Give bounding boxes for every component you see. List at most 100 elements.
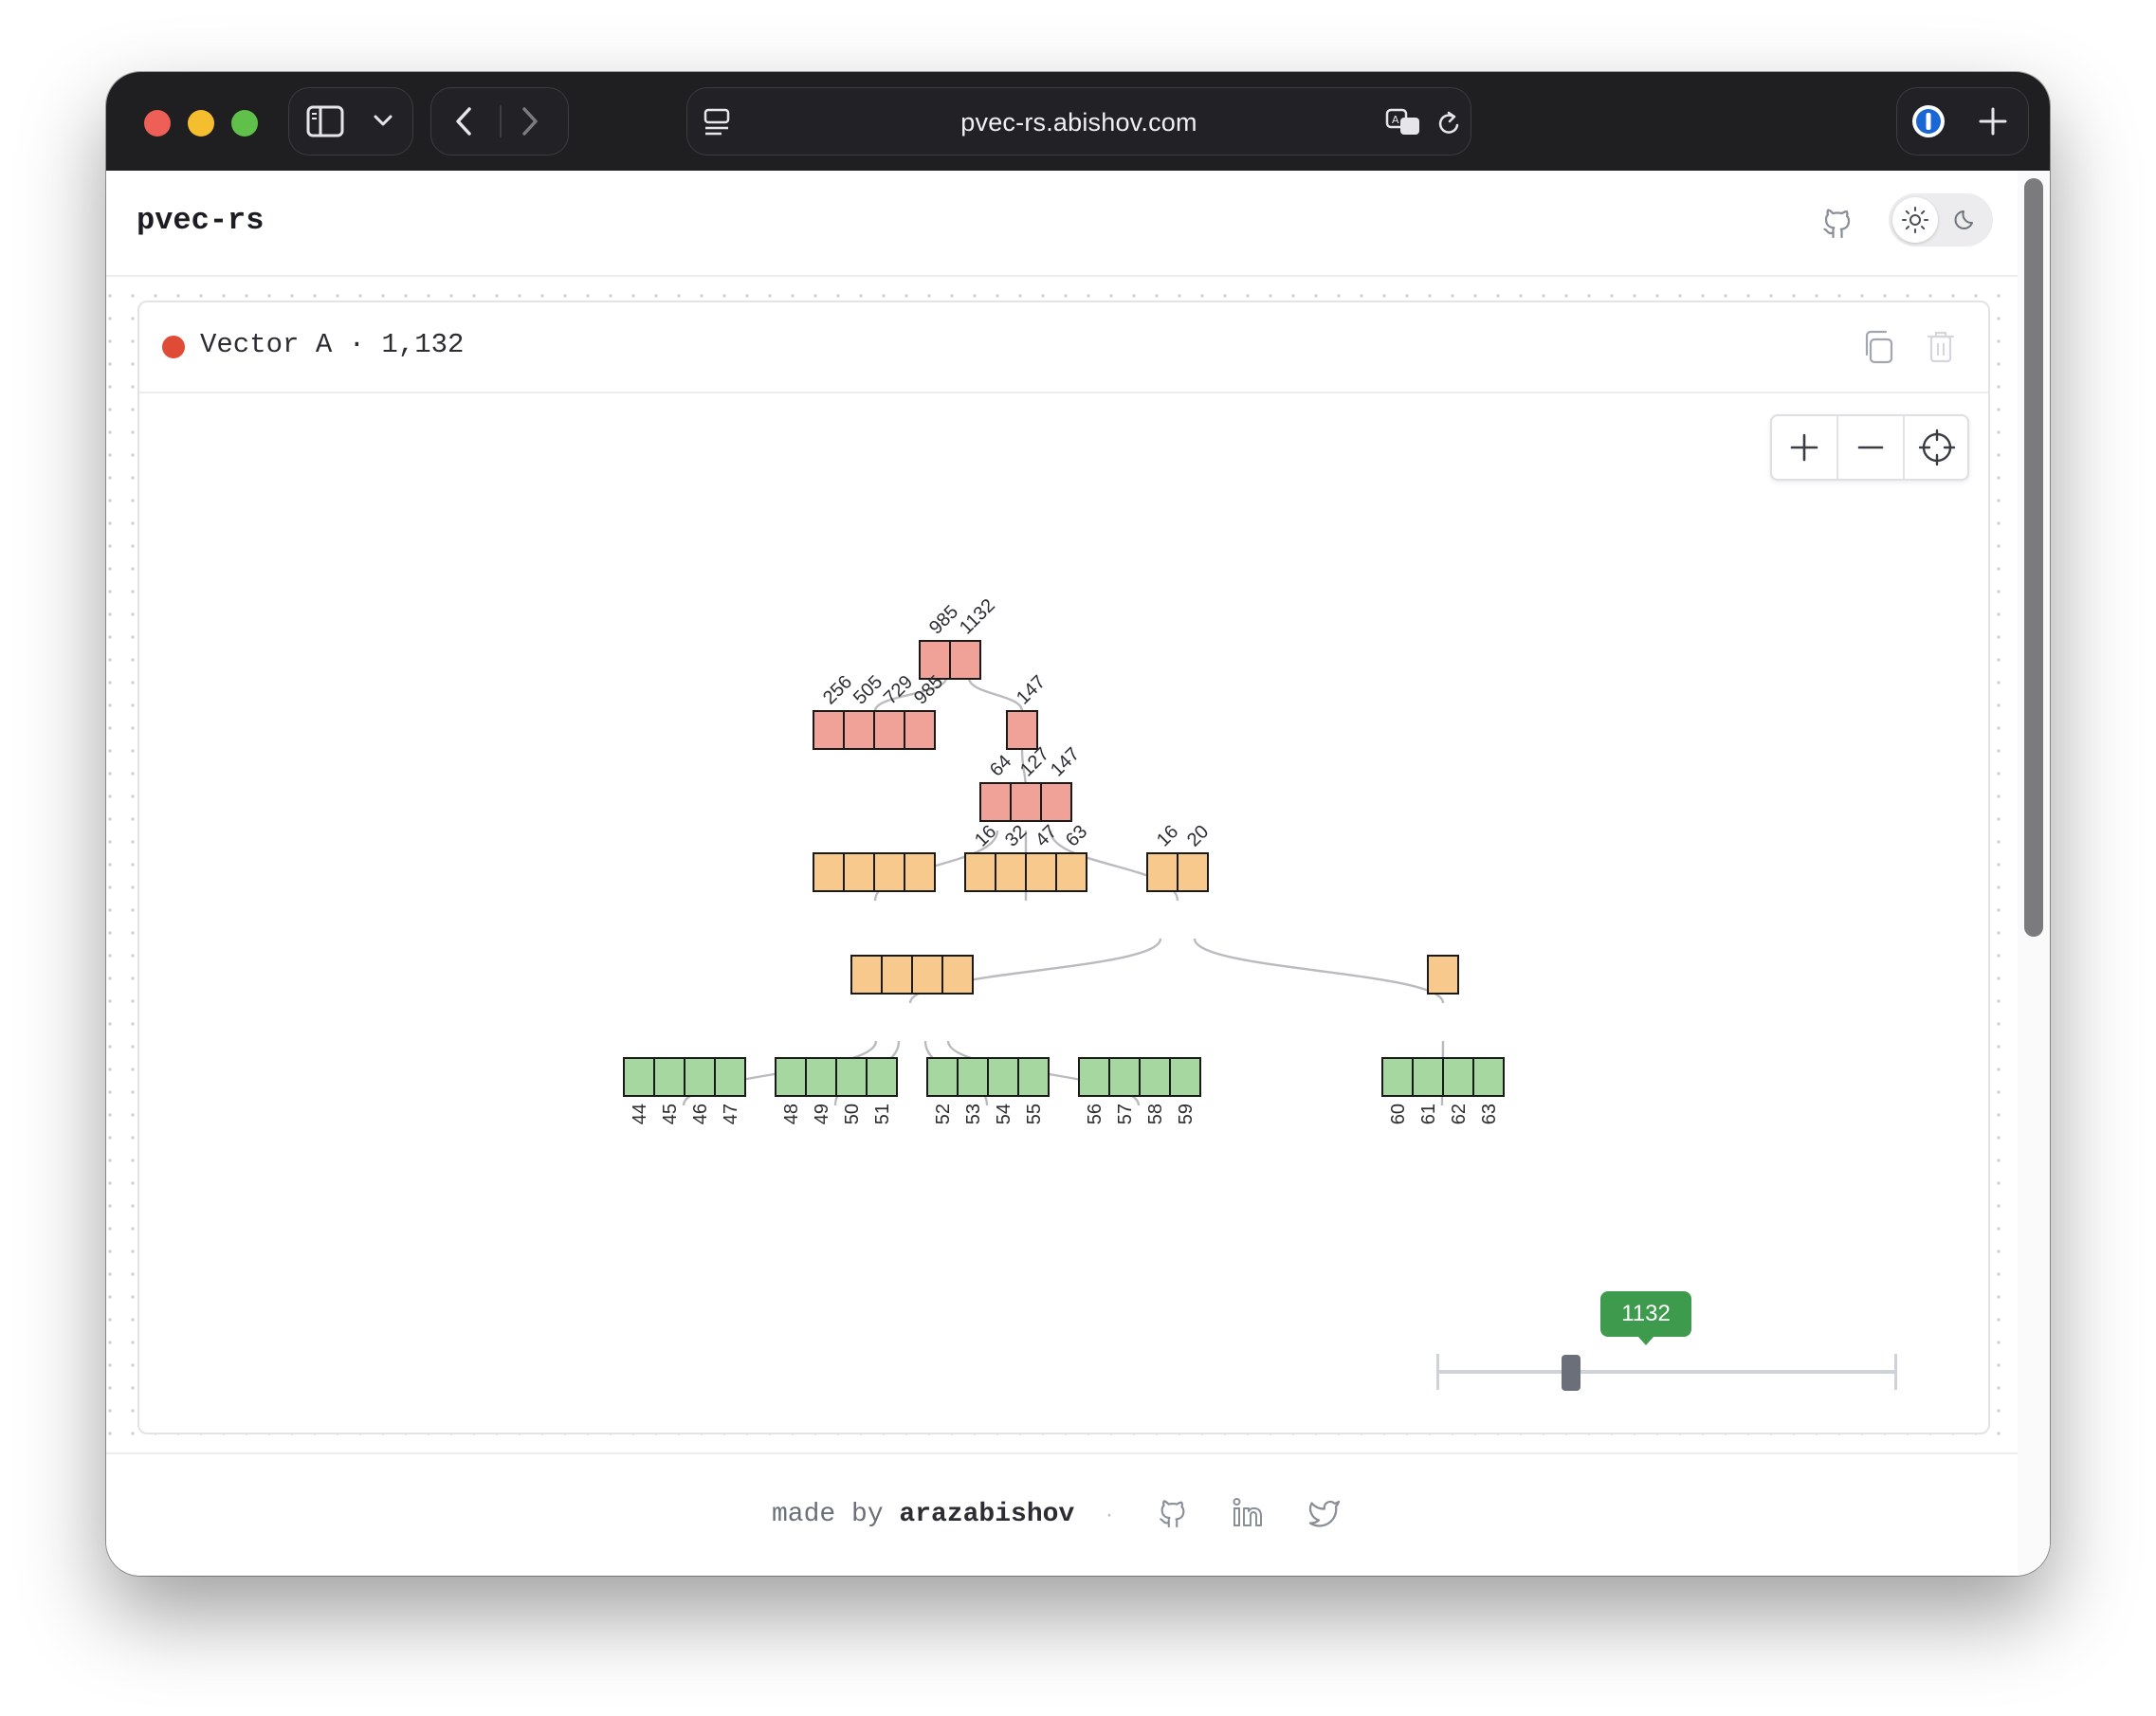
password-manager-icon[interactable] <box>1910 103 1946 139</box>
leaf-node-label: 51 <box>872 1104 893 1124</box>
branch-node-level4-middle-label: 63 <box>1062 821 1091 850</box>
leaf-node-label: 63 <box>1479 1104 1500 1124</box>
branch-node-level3-label: 64 <box>986 751 1015 780</box>
branch-node-level4-left-slot <box>904 852 936 892</box>
branch-node-level4-middle-slot <box>1055 852 1087 892</box>
footer-twitter-icon[interactable] <box>1306 1496 1343 1535</box>
branch-node-level4-right-label: 16 <box>1153 821 1182 850</box>
leaf-node-label: 60 <box>1388 1104 1409 1124</box>
leaf-node-label: 58 <box>1145 1104 1166 1124</box>
root-node-label: 1132 <box>956 595 999 639</box>
leaf-node-slot <box>1412 1057 1444 1097</box>
address-bar[interactable]: pvec-rs.abishov.com A <box>686 87 1471 155</box>
footer-github-icon[interactable] <box>1157 1496 1189 1535</box>
branch-node-level4-middle-slot <box>964 852 996 892</box>
reload-icon[interactable] <box>1436 109 1463 137</box>
slider-min-tick <box>1436 1354 1439 1390</box>
browser-window: pvec-rs.abishov.com A pvec-rs Vector A ·… <box>106 72 2050 1576</box>
translate-icon[interactable]: A <box>1385 107 1423 137</box>
site-footer: made by arazabishov · <box>106 1452 2018 1576</box>
slider-value-tooltip: 1132 <box>1600 1291 1691 1345</box>
leaf-node-label: 48 <box>781 1104 802 1124</box>
footer-linkedin-icon[interactable] <box>1231 1496 1267 1535</box>
web-page: pvec-rs Vector A · 1,132 985 1132 256 50… <box>106 171 2050 1576</box>
leaf-node-slot <box>775 1057 807 1097</box>
branch-node-level4-middle-slot <box>995 852 1027 892</box>
leaf-node-label: 59 <box>1176 1104 1197 1124</box>
leaf-node-label: 45 <box>660 1104 681 1124</box>
url-text[interactable]: pvec-rs.abishov.com <box>687 88 1471 156</box>
sidebar-toggle-group <box>288 87 413 155</box>
forward-arrow-icon[interactable] <box>519 105 541 137</box>
branch-node-level5-left-slot <box>850 955 883 995</box>
tree-edge <box>1193 938 1445 1004</box>
branch-node-level4-right-slot <box>1146 852 1178 892</box>
leaf-node-label: 62 <box>1449 1104 1470 1124</box>
leaf-node-slot <box>623 1057 655 1097</box>
chevron-down-icon[interactable] <box>373 113 393 128</box>
root-node-slot <box>949 640 981 680</box>
branch-node-right-slot <box>1006 710 1038 750</box>
branch-node-level3-slot <box>1040 782 1072 822</box>
branch-node-level3-slot <box>1010 782 1042 822</box>
leaf-node-slot <box>1442 1057 1474 1097</box>
leaf-node-label: 54 <box>994 1104 1014 1124</box>
leaf-node-slot <box>1108 1057 1141 1097</box>
footer-author-link[interactable]: arazabishov <box>899 1500 1074 1529</box>
svg-text:A: A <box>1392 114 1399 126</box>
slider-thumb[interactable] <box>1562 1355 1580 1391</box>
leaf-node-slot <box>1169 1057 1201 1097</box>
leaf-node-label: 46 <box>690 1104 711 1124</box>
history-nav-group <box>430 87 569 155</box>
leaf-node-slot <box>926 1057 959 1097</box>
leaf-node-label: 44 <box>630 1104 650 1124</box>
leaf-node-slot <box>653 1057 685 1097</box>
branch-node-level4-left-slot <box>813 852 845 892</box>
branch-node-level4-middle-label: 47 <box>1032 821 1061 850</box>
branch-node-level4-left-slot <box>843 852 875 892</box>
leaf-node-label: 55 <box>1024 1104 1045 1124</box>
leaf-node-slot <box>957 1057 989 1097</box>
scrollbar-thumb[interactable] <box>2024 178 2043 937</box>
leaf-node-label: 50 <box>842 1104 863 1124</box>
zoom-window-button[interactable] <box>231 110 258 137</box>
browser-toolbar: pvec-rs.abishov.com A <box>106 72 2050 171</box>
leaf-node-slot <box>866 1057 898 1097</box>
branch-node-level4-right-slot <box>1177 852 1209 892</box>
page-scrollbar[interactable] <box>2018 171 2050 1576</box>
leaf-node-label: 56 <box>1085 1104 1105 1124</box>
branch-node-level5-left-slot <box>941 955 974 995</box>
branch-node-left-slot <box>904 710 936 750</box>
footer-made-by: made by <box>772 1500 900 1529</box>
leaf-node-label: 52 <box>933 1104 954 1124</box>
leaf-node-slot <box>684 1057 716 1097</box>
footer-separator: · <box>1105 1502 1113 1527</box>
branch-node-level4-middle-slot <box>1025 852 1057 892</box>
rrb-tree-diagram[interactable]: 9851132256505729985 14764 12714716 32 47 63 16… <box>106 171 2018 1452</box>
leaf-node-label: 49 <box>812 1104 832 1124</box>
back-arrow-icon[interactable] <box>452 105 475 137</box>
leaf-node-label: 61 <box>1418 1104 1439 1124</box>
branch-node-level5-left-slot <box>881 955 913 995</box>
branch-node-level5-right-slot <box>1427 955 1459 995</box>
branch-node-level4-right-label: 20 <box>1183 821 1213 850</box>
new-tab-icon[interactable] <box>1977 105 2009 137</box>
branch-node-level4-middle-label: 16 <box>971 821 1000 850</box>
leaf-node-label: 57 <box>1115 1104 1136 1124</box>
branch-node-left-slot <box>873 710 905 750</box>
minimize-window-button[interactable] <box>188 110 214 137</box>
leaf-node-slot <box>1078 1057 1110 1097</box>
slider-track[interactable] <box>1437 1370 1896 1374</box>
slider-max-tick <box>1894 1354 1897 1390</box>
sidebar-icon[interactable] <box>306 105 344 137</box>
leaf-node-label: 47 <box>721 1104 741 1124</box>
branch-node-left-label: 729 <box>880 671 917 708</box>
leaf-node-slot <box>1381 1057 1414 1097</box>
leaf-node-slot <box>714 1057 746 1097</box>
branch-node-level3-label: 147 <box>1047 743 1084 780</box>
leaf-node-slot <box>1017 1057 1050 1097</box>
branch-node-left-slot <box>843 710 875 750</box>
close-window-button[interactable] <box>144 110 171 137</box>
branch-node-left-label: 256 <box>819 671 856 708</box>
leaf-node-slot <box>805 1057 837 1097</box>
